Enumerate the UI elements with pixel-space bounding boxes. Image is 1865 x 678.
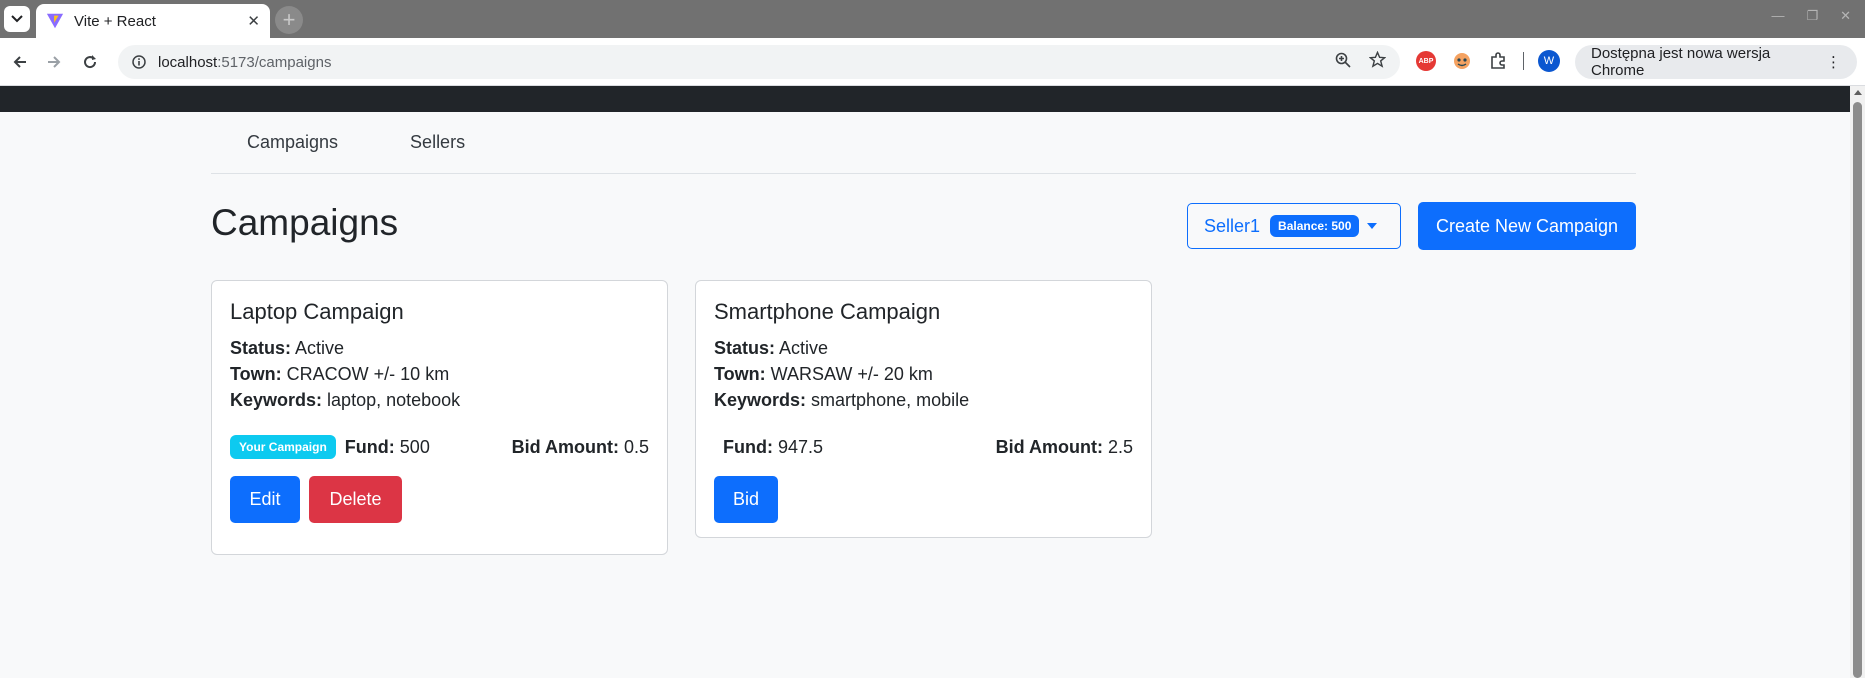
campaign-list: Laptop Campaign Status: Active Town: CRA… [211,280,1636,580]
campaign-title: Laptop Campaign [230,299,404,324]
seller-dropdown-button[interactable]: Seller1 Balance: 500 [1187,203,1401,249]
campaign-meta: Your Campaign Fund: 500 Bid Amount: 0.5 [230,434,649,460]
campaign-bid-amount: Bid Amount: 2.5 [995,436,1133,457]
zoom-icon[interactable] [1335,52,1351,73]
caret-down-icon [1367,223,1378,229]
chevron-down-icon [11,15,23,23]
page-title: Campaigns [211,202,399,243]
main-container: Campaigns Sellers Campaigns Seller1 Bala… [211,112,1636,580]
campaign-fund: Fund: 500 [344,436,430,457]
page-header: Campaigns Seller1 Balance: 500 Create Ne… [211,174,1636,280]
top-navbar [0,86,1850,112]
new-tab-button[interactable]: + [275,6,303,34]
close-icon[interactable]: ✕ [247,12,260,30]
campaign-meta: Fund: 947.5 Bid Amount: 2.5 [714,434,1133,460]
campaign-fund: Fund: 947.5 [723,436,824,457]
browser-tabstrip: Vite + React ✕ + — ❐ ✕ [0,0,1865,38]
campaign-bid-amount: Bid Amount: 0.5 [511,436,649,457]
profile-avatar[interactable]: W [1538,50,1560,72]
more-menu-icon[interactable]: ⋮ [1826,53,1841,71]
extension-icon[interactable] [1451,50,1473,72]
forward-icon[interactable] [42,50,66,74]
bid-button[interactable]: Bid [714,476,778,523]
tab-title: Vite + React [74,12,156,30]
card-actions: Bid [714,476,1133,523]
restore-icon[interactable]: ❐ [1806,8,1818,24]
url-host: localhost [158,53,218,71]
update-text: Dostępna jest nowa wersja Chrome [1591,45,1771,79]
url-text: localhost:5173/campaigns [158,54,1335,71]
seller-name: Seller1 [1204,215,1261,236]
card-actions: Edit Delete [230,476,649,523]
vite-favicon-icon [46,13,64,29]
campaign-title: Smartphone Campaign [714,299,941,324]
back-icon[interactable] [8,50,32,74]
campaign-town: Town: CRACOW +/- 10 km [230,364,450,384]
site-info-icon[interactable] [132,55,146,69]
page-nav: Campaigns Sellers [211,112,1636,174]
campaign-keywords: Keywords: smartphone, mobile [714,390,970,410]
bookmark-star-icon[interactable] [1368,50,1387,73]
tab-search-button[interactable] [4,6,30,32]
window-controls: — ❐ ✕ [1771,8,1851,24]
nav-link-sellers[interactable]: Sellers [374,112,501,173]
delete-button[interactable]: Delete [309,476,402,523]
scrollbar-thumb[interactable] [1853,102,1862,678]
campaign-town: Town: WARSAW +/- 20 km [714,364,933,384]
extensions-area: ABP W [1415,50,1560,72]
minimize-icon[interactable]: — [1771,8,1784,24]
url-path: :5173/campaigns [217,53,332,71]
campaign-card: Smartphone Campaign Status: Active Town:… [695,280,1152,538]
your-campaign-badge: Your Campaign [230,435,336,459]
toolbar-separator [1523,52,1524,70]
campaign-status: Status: Active [230,338,345,358]
campaign-status: Status: Active [714,338,829,358]
address-bar[interactable]: localhost:5173/campaigns [118,45,1400,79]
nav-link-campaigns[interactable]: Campaigns [211,112,374,173]
puzzle-extensions-icon[interactable] [1487,50,1509,72]
reload-icon[interactable] [78,50,102,74]
chrome-update-button[interactable]: Dostępna jest nowa wersja Chrome ⋮ [1575,45,1857,79]
balance-badge: Balance: 500 [1270,215,1360,237]
campaign-card: Laptop Campaign Status: Active Town: CRA… [211,280,668,555]
close-window-icon[interactable]: ✕ [1840,8,1851,24]
browser-toolbar: localhost:5173/campaigns ABP W Dostępna … [0,38,1865,86]
scroll-up-arrow-icon[interactable] [1854,90,1862,95]
adblock-extension-icon[interactable]: ABP [1415,50,1437,72]
create-campaign-button[interactable]: Create New Campaign [1418,202,1636,250]
browser-tab[interactable]: Vite + React ✕ [36,4,270,38]
edit-button[interactable]: Edit [230,476,300,523]
campaign-keywords: Keywords: laptop, notebook [230,390,461,410]
